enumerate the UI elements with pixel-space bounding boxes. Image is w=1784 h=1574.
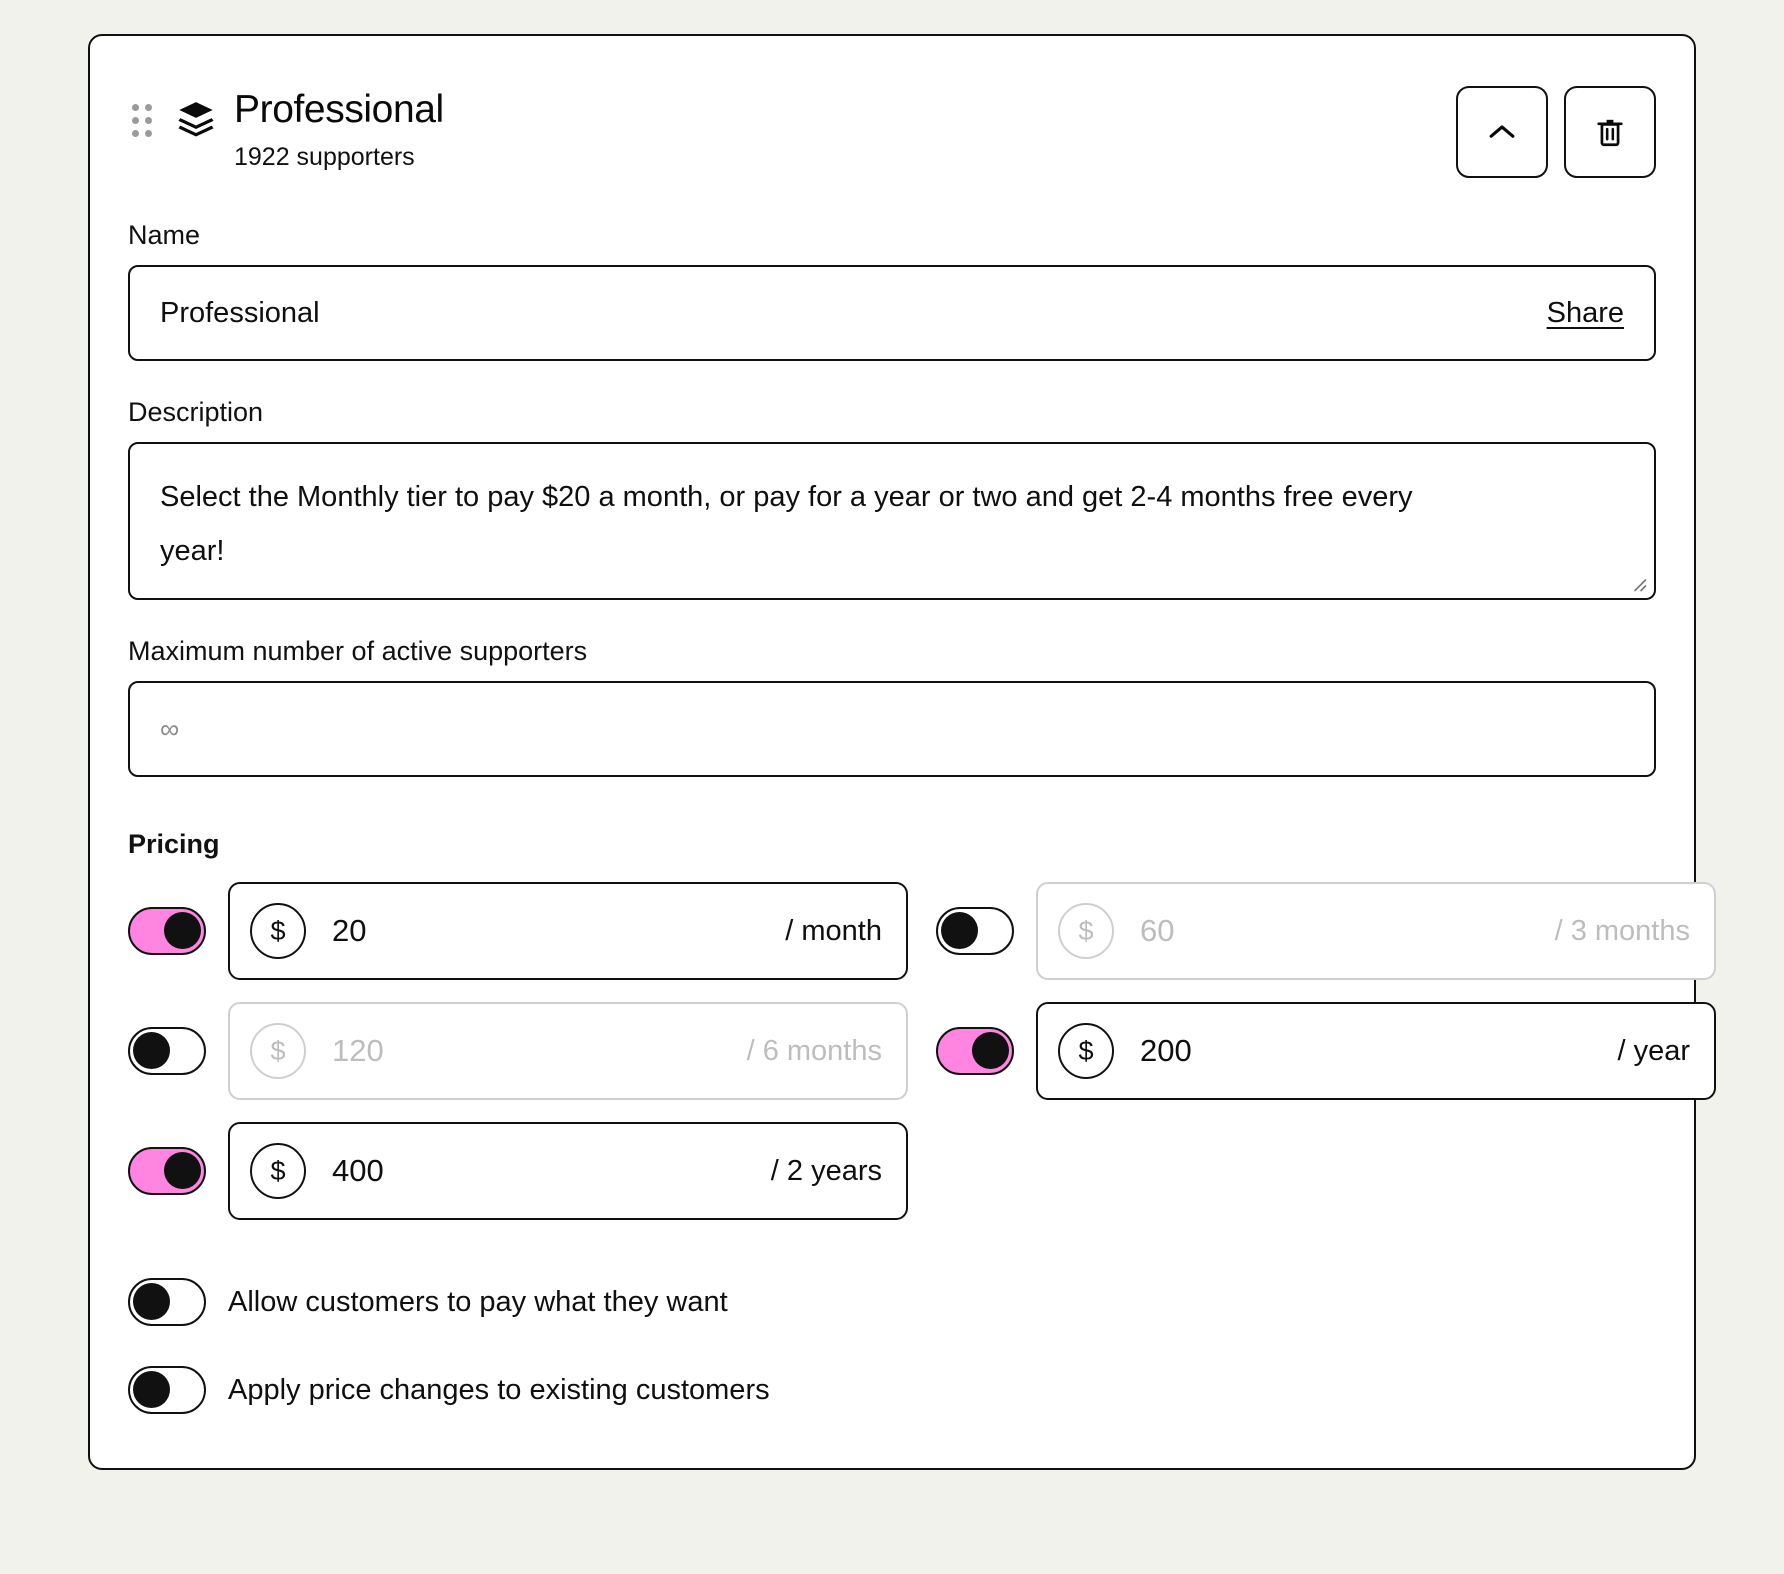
price-toggle-3-months[interactable] bbox=[936, 907, 1014, 955]
toggle-knob bbox=[972, 1032, 1009, 1069]
collapse-button[interactable] bbox=[1456, 86, 1548, 178]
price-input[interactable]: $60/ 3 months bbox=[1036, 882, 1716, 980]
price-period: / 6 months bbox=[747, 1035, 882, 1068]
card-header: Professional 1922 supporters bbox=[128, 80, 1656, 184]
currency-icon: $ bbox=[250, 1143, 306, 1199]
price-amount: 400 bbox=[332, 1153, 771, 1189]
price-input[interactable]: $120/ 6 months bbox=[228, 1002, 908, 1100]
toggle-knob bbox=[164, 1152, 201, 1189]
tier-supporter-count: 1922 supporters bbox=[234, 140, 444, 174]
name-field-block: Name Professional Share bbox=[128, 218, 1656, 361]
price-toggle-year[interactable] bbox=[936, 1027, 1014, 1075]
pricing-grid: $20/ month$60/ 3 months$120/ 6 months$20… bbox=[128, 882, 1656, 1220]
price-toggle-month[interactable] bbox=[128, 907, 206, 955]
price-period: / 3 months bbox=[1555, 915, 1690, 948]
pricing-heading: Pricing bbox=[128, 829, 1656, 860]
share-link[interactable]: Share bbox=[1547, 297, 1624, 330]
drag-dot bbox=[132, 130, 139, 137]
price-amount: 20 bbox=[332, 913, 785, 949]
name-label: Name bbox=[128, 218, 1656, 252]
option-label: Allow customers to pay what they want bbox=[228, 1286, 728, 1319]
header-text: Professional 1922 supporters bbox=[234, 80, 444, 174]
trash-icon bbox=[1593, 115, 1627, 149]
price-toggle-6-months[interactable] bbox=[128, 1027, 206, 1075]
option-toggle-1[interactable] bbox=[128, 1366, 206, 1414]
currency-icon: $ bbox=[250, 1023, 306, 1079]
price-input[interactable]: $20/ month bbox=[228, 882, 908, 980]
toggle-knob bbox=[133, 1371, 170, 1408]
price-row: $200/ year bbox=[936, 1002, 1716, 1100]
price-amount: 60 bbox=[1140, 913, 1555, 949]
currency-icon: $ bbox=[1058, 903, 1114, 959]
toggle-knob bbox=[164, 912, 201, 949]
description-textarea-value: Select the Monthly tier to pay $20 a mon… bbox=[160, 470, 1470, 578]
layers-icon bbox=[176, 98, 216, 138]
price-period: / 2 years bbox=[771, 1155, 882, 1188]
price-input[interactable]: $400/ 2 years bbox=[228, 1122, 908, 1220]
price-toggle-2-years[interactable] bbox=[128, 1147, 206, 1195]
max-supporters-input[interactable]: ∞ bbox=[128, 681, 1656, 777]
currency-icon: $ bbox=[250, 903, 306, 959]
delete-button[interactable] bbox=[1564, 86, 1656, 178]
price-amount: 200 bbox=[1140, 1033, 1617, 1069]
price-input[interactable]: $200/ year bbox=[1036, 1002, 1716, 1100]
toggle-knob bbox=[941, 912, 978, 949]
header-actions bbox=[1456, 86, 1656, 178]
price-period: / year bbox=[1617, 1035, 1690, 1068]
options-section: Allow customers to pay what they want App… bbox=[128, 1278, 1656, 1414]
drag-handle-icon[interactable] bbox=[132, 104, 154, 139]
description-field-block: Description Select the Monthly tier to p… bbox=[128, 395, 1656, 600]
page-background: Professional 1922 supporters bbox=[0, 0, 1784, 1574]
resize-grip-icon[interactable] bbox=[1629, 574, 1647, 592]
price-row: $60/ 3 months bbox=[936, 882, 1716, 980]
max-supporters-label: Maximum number of active supporters bbox=[128, 634, 1656, 668]
description-textarea[interactable]: Select the Monthly tier to pay $20 a mon… bbox=[128, 442, 1656, 600]
chevron-up-icon bbox=[1482, 112, 1522, 152]
price-period: / month bbox=[785, 915, 882, 948]
price-row: $20/ month bbox=[128, 882, 908, 980]
drag-dot bbox=[145, 104, 152, 111]
price-amount: 120 bbox=[332, 1033, 747, 1069]
option-row: Allow customers to pay what they want bbox=[128, 1278, 1656, 1326]
name-input-value: Professional bbox=[160, 297, 1547, 330]
description-label: Description bbox=[128, 395, 1656, 429]
drag-dot bbox=[132, 117, 139, 124]
drag-dot bbox=[145, 130, 152, 137]
max-supporters-field-block: Maximum number of active supporters ∞ bbox=[128, 634, 1656, 777]
tier-card: Professional 1922 supporters bbox=[88, 34, 1696, 1470]
toggle-knob bbox=[133, 1032, 170, 1069]
option-toggle-0[interactable] bbox=[128, 1278, 206, 1326]
drag-dot bbox=[132, 104, 139, 111]
currency-icon: $ bbox=[1058, 1023, 1114, 1079]
drag-dot bbox=[145, 117, 152, 124]
tier-title: Professional bbox=[234, 86, 444, 134]
option-row: Apply price changes to existing customer… bbox=[128, 1366, 1656, 1414]
toggle-knob bbox=[133, 1283, 170, 1320]
option-label: Apply price changes to existing customer… bbox=[228, 1374, 770, 1407]
price-row: $120/ 6 months bbox=[128, 1002, 908, 1100]
max-supporters-placeholder: ∞ bbox=[160, 714, 1624, 745]
price-row: $400/ 2 years bbox=[128, 1122, 908, 1220]
name-input[interactable]: Professional Share bbox=[128, 265, 1656, 361]
